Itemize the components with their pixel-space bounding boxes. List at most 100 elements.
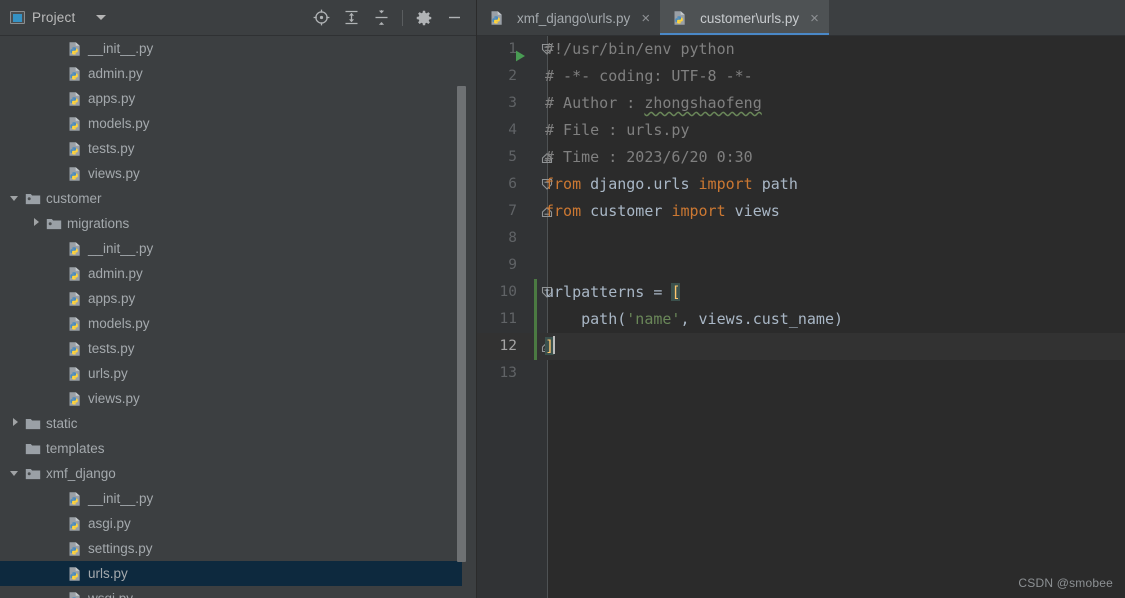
- code-line[interactable]: 11 path('name', views.cust_name): [477, 306, 1125, 333]
- tree-row-label: admin.py: [88, 66, 143, 81]
- code-line-text[interactable]: #!/usr/bin/env python: [545, 36, 735, 63]
- code-token: # Author :: [545, 94, 645, 112]
- tree-row-init-py[interactable]: __init__.py: [0, 236, 462, 261]
- hide-panel-icon[interactable]: [439, 3, 469, 33]
- tree-row-tests-py[interactable]: tests.py: [0, 336, 462, 361]
- locate-target-icon[interactable]: [306, 3, 336, 33]
- tree-row-static[interactable]: static: [0, 411, 462, 436]
- editor-tab-inactive[interactable]: xmf_django\urls.py ×: [477, 0, 660, 36]
- tree-row-label: xmf_django: [46, 466, 116, 481]
- tree-row-urls-py[interactable]: urls.py: [0, 361, 462, 386]
- code-token: 'name': [626, 310, 681, 328]
- tree-row-settings-py[interactable]: settings.py: [0, 536, 462, 561]
- tree-arrow-placeholder: [52, 143, 63, 154]
- code-line[interactable]: 3 # Author : zhongshaofeng: [477, 90, 1125, 117]
- tree-row-asgi-py[interactable]: asgi.py: [0, 511, 462, 536]
- collapse-all-icon[interactable]: [366, 3, 396, 33]
- tree-row-migrations[interactable]: migrations: [0, 211, 462, 236]
- tree-row-models-py[interactable]: models.py: [0, 111, 462, 136]
- code-line[interactable]: 6 from django.urls import path: [477, 171, 1125, 198]
- code-token: from: [545, 175, 582, 193]
- tree-row-urls-py[interactable]: urls.py: [0, 561, 462, 586]
- editor-tab-label: customer\urls.py: [700, 10, 800, 26]
- code-line[interactable]: 5 # Time : 2023/6/20 0:30: [477, 144, 1125, 171]
- code-line[interactable]: 13: [477, 360, 1125, 387]
- tree-row-customer[interactable]: customer: [0, 186, 462, 211]
- project-tree-scrollbar-thumb[interactable]: [457, 86, 466, 562]
- close-tab-icon[interactable]: ×: [810, 11, 819, 26]
- tree-arrow-placeholder: [52, 393, 63, 404]
- code-line-text[interactable]: # Author : zhongshaofeng: [545, 90, 762, 117]
- project-title-group[interactable]: Project: [0, 10, 107, 25]
- tree-row-views-py[interactable]: views.py: [0, 161, 462, 186]
- code-line-text[interactable]: # Time : 2023/6/20 0:30: [545, 144, 753, 171]
- line-number: 4: [508, 122, 517, 138]
- vcs-change-marker: [534, 333, 537, 360]
- project-tree-scrollbar-track[interactable]: [457, 86, 466, 562]
- python-file-icon: [69, 291, 80, 306]
- python-file-icon: [69, 141, 80, 156]
- tree-row-label: apps.py: [88, 91, 136, 106]
- tree-row-label: static: [46, 416, 78, 431]
- tree-row-label: urls.py: [88, 566, 128, 581]
- tree-row-xmf-django[interactable]: xmf_django: [0, 461, 462, 486]
- line-number: 10: [499, 284, 517, 300]
- tree-arrow-placeholder: [10, 443, 21, 454]
- code-line[interactable]: 9: [477, 252, 1125, 279]
- code-line-text[interactable]: # File : urls.py: [545, 117, 690, 144]
- tree-arrow-placeholder: [52, 93, 63, 104]
- code-token: zhongshaofeng: [644, 94, 762, 112]
- code-line-text[interactable]: # -*- coding: UTF-8 -*-: [545, 63, 753, 90]
- project-toolbar: Project: [0, 0, 477, 36]
- project-file-tree[interactable]: __init__.py admin.py apps.py models.py tests…: [0, 36, 477, 598]
- expand-all-icon[interactable]: [336, 3, 366, 33]
- text-caret: [553, 336, 555, 354]
- tree-arrow-placeholder: [52, 493, 63, 504]
- code-line[interactable]: 12]: [477, 333, 1125, 360]
- code-line-text[interactable]: ]: [545, 333, 555, 360]
- close-tab-icon[interactable]: ×: [641, 11, 650, 26]
- tree-arrow-placeholder: [52, 268, 63, 279]
- tree-row-templates[interactable]: templates: [0, 436, 462, 461]
- python-file-icon: [69, 541, 80, 556]
- tree-row-apps-py[interactable]: apps.py: [0, 86, 462, 111]
- tree-row-admin-py[interactable]: admin.py: [0, 261, 462, 286]
- code-editor[interactable]: 1 #!/usr/bin/env python 2 # -*- coding: UTF…: [477, 36, 1125, 598]
- tree-row-init-py[interactable]: __init__.py: [0, 486, 462, 511]
- chevron-down-icon[interactable]: [96, 15, 107, 20]
- tree-row-label: asgi.py: [88, 516, 131, 531]
- code-line[interactable]: 2 # -*- coding: UTF-8 -*-: [477, 63, 1125, 90]
- tree-row-admin-py[interactable]: admin.py: [0, 61, 462, 86]
- code-line[interactable]: 4 # File : urls.py: [477, 117, 1125, 144]
- python-file-icon: [69, 516, 80, 531]
- tree-row-init-py[interactable]: __init__.py: [0, 36, 462, 61]
- tree-row-label: migrations: [67, 216, 130, 231]
- tree-collapse-arrow[interactable]: [10, 418, 21, 429]
- tree-expand-arrow[interactable]: [10, 193, 21, 204]
- code-line-text[interactable]: urlpatterns = [: [545, 279, 681, 306]
- code-lines[interactable]: 1 #!/usr/bin/env python 2 # -*- coding: UTF…: [477, 36, 1125, 387]
- line-number: 11: [499, 311, 517, 327]
- editor-tab-active[interactable]: customer\urls.py ×: [660, 0, 829, 36]
- code-line-text[interactable]: from customer import views: [545, 198, 780, 225]
- python-file-icon: [69, 341, 80, 356]
- editor-area: xmf_django\urls.py × customer\urls.py × 1 #!…: [477, 0, 1125, 598]
- tree-row-apps-py[interactable]: apps.py: [0, 286, 462, 311]
- tree-row-label: __init__.py: [88, 241, 154, 256]
- code-line-text[interactable]: path('name', views.cust_name): [545, 306, 843, 333]
- code-line[interactable]: 8: [477, 225, 1125, 252]
- line-number: 13: [499, 365, 517, 381]
- python-file-icon: [69, 91, 80, 106]
- code-line[interactable]: 1 #!/usr/bin/env python: [477, 36, 1125, 63]
- tree-row-tests-py[interactable]: tests.py: [0, 136, 462, 161]
- code-line-text[interactable]: from django.urls import path: [545, 171, 798, 198]
- tree-expand-arrow[interactable]: [10, 468, 21, 479]
- code-line[interactable]: 10 urlpatterns = [: [477, 279, 1125, 306]
- tree-row-views-py[interactable]: views.py: [0, 386, 462, 411]
- tree-row-models-py[interactable]: models.py: [0, 311, 462, 336]
- settings-gear-icon[interactable]: [409, 3, 439, 33]
- tree-collapse-arrow[interactable]: [31, 218, 42, 229]
- code-line[interactable]: 7 from customer import views: [477, 198, 1125, 225]
- tree-row-label: urls.py: [88, 366, 128, 381]
- tree-row-wsgi-py[interactable]: wsgi.py: [0, 586, 462, 598]
